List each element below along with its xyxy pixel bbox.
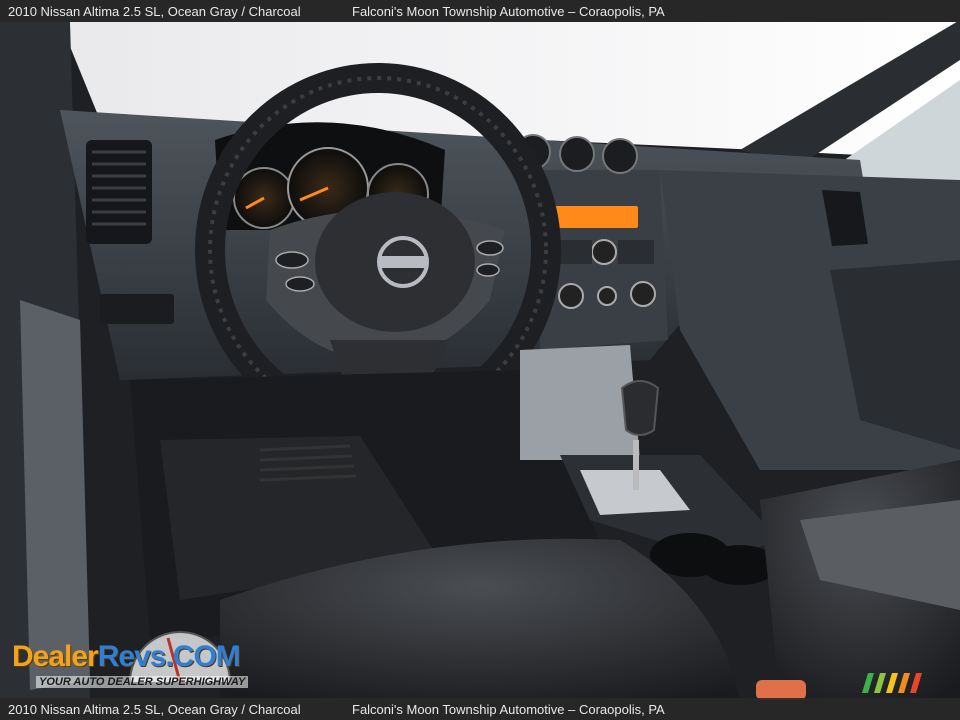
vehicle-title: 2010 Nissan Altima 2.5 SL, Ocean Gray / … — [8, 3, 301, 19]
logo-wordmark: DealerRevs.COM — [12, 640, 241, 674]
color-stripes-icon — [862, 673, 922, 693]
car-interior-photo — [0, 0, 960, 720]
left-air-vent — [86, 140, 152, 244]
top-caption-bar: 2010 Nissan Altima 2.5 SL, Ocean Gray / … — [0, 0, 960, 22]
photo-frame: 2010 Nissan Altima 2.5 SL, Ocean Gray / … — [0, 0, 960, 720]
dealerrevs-watermark: DealerRevs.COM YOUR AUTO DEALER SUPERHIG… — [10, 624, 270, 696]
logo-word-revs: Revs — [97, 640, 167, 673]
logo-word-com: .COM — [165, 640, 240, 673]
radio-display — [548, 206, 638, 228]
vehicle-title-bottom: 2010 Nissan Altima 2.5 SL, Ocean Gray / … — [8, 701, 301, 717]
logo-word-dealer: Dealer — [12, 640, 99, 673]
dealer-name: Falconi's Moon Township Automotive – Cor… — [352, 3, 665, 19]
dealer-name-bottom: Falconi's Moon Township Automotive – Cor… — [352, 701, 665, 717]
bottom-caption-bar: 2010 Nissan Altima 2.5 SL, Ocean Gray / … — [0, 698, 960, 720]
logo-tagline: YOUR AUTO DEALER SUPERHIGHWAY — [36, 676, 249, 688]
